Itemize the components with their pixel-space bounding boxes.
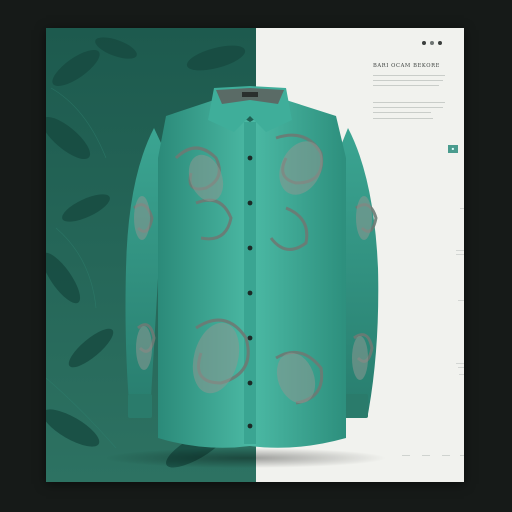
- swatch-teal[interactable]: ■: [448, 145, 458, 153]
- menu-icon[interactable]: [438, 41, 442, 45]
- nav-actions: [418, 39, 442, 47]
- product-details-panel: BARI OCAM BEKORE ■ ●: [256, 28, 464, 482]
- product-page: BARI OCAM BEKORE ■ ●: [46, 28, 464, 482]
- product-title: BARI OCAM BEKORE: [373, 63, 440, 69]
- swatch-teal-glyph: ■: [451, 146, 455, 151]
- thumbnail-4[interactable]: [456, 344, 464, 362]
- cart-icon[interactable]: [430, 41, 434, 45]
- account-icon[interactable]: [422, 41, 426, 45]
